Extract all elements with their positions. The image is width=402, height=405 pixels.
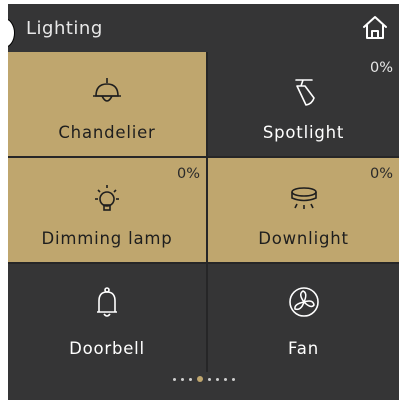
page-dot-active[interactable] (196, 376, 203, 382)
tile-fan[interactable]: Fan (208, 264, 399, 372)
column-divider (206, 52, 208, 372)
page-dot[interactable] (188, 377, 192, 381)
tile-label: Spotlight (262, 123, 345, 142)
chandelier-icon (93, 78, 121, 102)
tile-dimming-lamp[interactable]: 0% Dimming lamp (8, 158, 206, 262)
tile-label: Dimming lamp (41, 229, 173, 248)
page-dot[interactable] (172, 377, 176, 381)
tile-spotlight[interactable]: 0% Spotlight (208, 52, 399, 156)
page-dot[interactable] (223, 377, 227, 381)
tile-percent: 0% (176, 166, 200, 182)
tile-percent: 0% (369, 166, 393, 182)
page-title: Lighting (26, 18, 103, 39)
header: Lighting (8, 4, 399, 52)
page-dot[interactable] (231, 377, 235, 381)
downlight-icon (290, 187, 317, 209)
home-icon[interactable] (361, 14, 389, 42)
fan-icon (288, 287, 319, 317)
bulb-icon (95, 185, 119, 211)
tile-label: Downlight (258, 229, 349, 248)
tile-label: Doorbell (69, 339, 145, 358)
tile-label: Chandelier (58, 123, 156, 142)
tile-downlight[interactable]: 0% Downlight (208, 158, 399, 262)
lighting-panel: Lighting Chandelier 0% Spotlight 0% Dimm… (8, 4, 399, 400)
page-dot[interactable] (180, 377, 184, 381)
tile-chandelier[interactable]: Chandelier (8, 52, 206, 156)
tile-doorbell[interactable]: Doorbell (8, 264, 206, 372)
tile-percent: 0% (369, 60, 393, 76)
page-dot[interactable] (215, 377, 219, 381)
bell-icon (97, 287, 117, 317)
spotlight-icon (294, 79, 315, 106)
page-indicator[interactable] (8, 372, 399, 386)
page-dot[interactable] (207, 377, 211, 381)
tile-label: Fan (288, 339, 319, 358)
